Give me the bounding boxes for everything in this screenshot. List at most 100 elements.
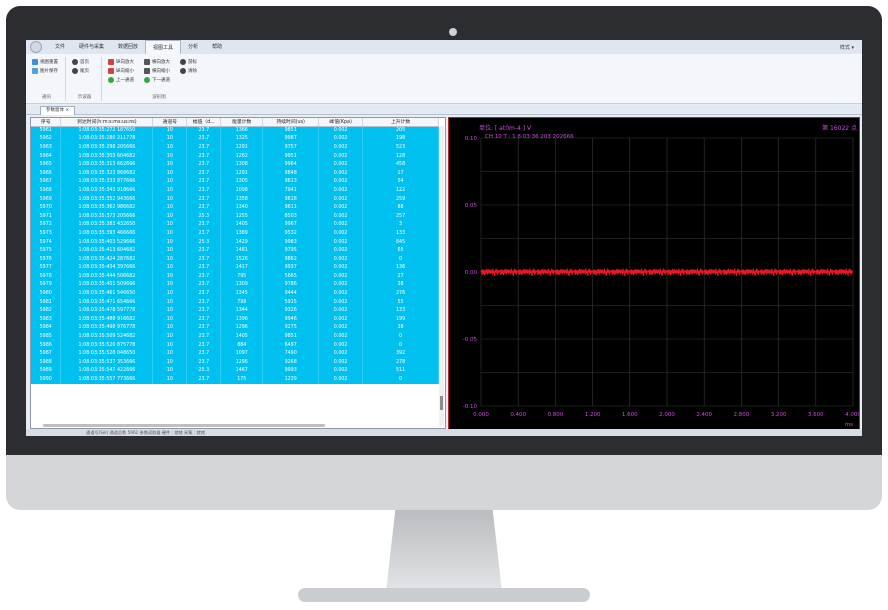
table-cell: 10 [152, 151, 188, 161]
table-row[interactable]: 5970 1:08:03:35:362 986682 10 23.7 1340 9611 0… [31, 203, 439, 212]
table-row[interactable]: 5964 1:08:03:35:303 604682 10 23.7 1262 9951 0… [31, 151, 439, 161]
ribbon-group-label: 通讯 [42, 95, 51, 100]
table-cell: 10 [152, 177, 188, 187]
monitor-chin [6, 455, 882, 510]
table-row[interactable]: 5985 1:08:03:35:509 524682 10 23.7 1405 9851 0… [31, 332, 439, 341]
table-row[interactable]: 5961 1:08:03:35:272 187650 10 23.7 1366 9851 0… [31, 126, 439, 135]
style-menu[interactable]: 样式 ▾ [840, 44, 862, 51]
table-row[interactable]: 5967 1:08:03:35:333 877666 10 23.7 1305 9613 0… [31, 177, 439, 187]
table-row[interactable]: 5980 1:08:03:35:461 546650 10 23.7 1345 9444 0… [31, 289, 439, 298]
menu-help[interactable]: 帮助 [205, 40, 229, 54]
table-row[interactable]: 5983 1:08:03:35:488 916682 10 23.7 1396 9946 0… [31, 315, 439, 324]
table-row[interactable]: 5971 1:08:03:35:373 205666 10 25.3 1255 8503 0… [31, 211, 439, 221]
zoom-out-horizontal-button[interactable]: 横向缩小 [144, 68, 170, 74]
table-row[interactable]: 5965 1:08:03:35:313 662666 10 23.7 1308 9964 0… [31, 160, 439, 169]
table-row[interactable]: 5972 1:08:03:35:383 432650 10 23.7 1405 9967 0… [31, 220, 439, 230]
table-row[interactable]: 5981 1:08:03:35:471 654666 10 23.7 798 5915 0.… [31, 297, 439, 307]
table-cell: 1:08:03:35:434 397666 [60, 263, 154, 273]
table-cell: 5983 [31, 315, 62, 324]
y-tick-label: 0.10 [465, 136, 478, 142]
table-row[interactable]: 5990 1:08:03:35:557 773666 10 23.7 175 1239 0.… [31, 375, 439, 384]
zoom-in-horizontal-button[interactable]: 横向放大 [144, 59, 170, 65]
table-cell: 10 [152, 194, 188, 204]
table-row[interactable]: 5969 1:08:03:35:352 943666 10 23.7 1358 9618 0… [31, 194, 439, 204]
column-header[interactable]: 序号 [31, 118, 62, 127]
table-cell: 23.7 [186, 358, 222, 367]
save-image-button[interactable]: 图片保存 [32, 68, 58, 74]
table-cell: 10 [152, 143, 188, 152]
table-row[interactable]: 5973 1:08:03:35:393 466666 10 23.7 1389 9532 0… [31, 229, 439, 238]
table-row[interactable]: 5974 1:08:03:35:403 529666 10 25.3 1429 9983 0… [31, 237, 439, 247]
table-cell: 9946 [262, 315, 320, 324]
table-cell: 1:08:03:35:424 287682 [60, 254, 154, 264]
table-cell: 10 [152, 306, 188, 316]
table-cell: 7941 [262, 186, 320, 195]
scrollbar-thumb[interactable] [440, 396, 443, 410]
reset-view-button[interactable]: 视图重置 [32, 59, 58, 65]
app-menu-button[interactable] [30, 41, 42, 53]
table-cell: 1:08:03:35:451 509666 [60, 280, 154, 290]
zoom-out-vertical-button[interactable]: 纵向缩小 [108, 68, 134, 74]
ribbon-group-scope: 首页 尾页 示波器 [68, 57, 102, 101]
table-cell: 0.002 [318, 151, 364, 161]
table-cell: 23.7 [186, 340, 222, 350]
table-cell: 23.7 [186, 254, 222, 264]
table-row[interactable]: 5978 1:08:03:35:444 506682 10 23.7 795 5665 0.… [31, 272, 439, 281]
table-row[interactable]: 5968 1:08:03:35:343 918666 10 23.7 1098 7941 0… [31, 186, 439, 195]
menu-hardware[interactable]: 硬件与采集 [72, 40, 111, 54]
column-header[interactable]: 幅值（d... [186, 118, 222, 127]
tab-params-window[interactable]: 参数窗体 × [40, 106, 76, 115]
horizontal-scrollbar[interactable] [43, 424, 325, 427]
table-row[interactable]: 5989 1:08:03:35:547 422666 10 25.3 1467 9993 0… [31, 366, 439, 376]
first-page-button[interactable]: 首页 [72, 59, 89, 65]
table-row[interactable]: 5988 1:08:03:35:537 353666 10 23.7 1296 9268 0… [31, 358, 439, 367]
table-cell: 27 [362, 272, 439, 281]
table-cell: 25.3 [186, 237, 222, 247]
table-row[interactable]: 5982 1:08:03:35:478 597778 10 23.7 1344 9326 0… [31, 306, 439, 316]
table-row[interactable]: 5966 1:08:03:35:323 868682 10 23.7 1291 9848 0… [31, 168, 439, 178]
table-row[interactable]: 5962 1:08:03:35:280 211778 10 23.7 1325 9987 0… [31, 134, 439, 144]
menu-analysis[interactable]: 分析 [181, 40, 205, 54]
table-row[interactable]: 5975 1:08:03:35:413 604682 10 23.7 1481 9795 0… [31, 246, 439, 255]
column-header[interactable]: 能量计数 [220, 118, 264, 127]
table-cell: 10 [152, 211, 188, 221]
column-header[interactable]: 持续时间(us) [262, 118, 320, 127]
ribbon-group-label: 示波器 [77, 95, 92, 100]
table-cell: 9851 [262, 332, 320, 341]
table-cell: 1296 [220, 323, 264, 333]
clear-button[interactable]: 清除 [180, 68, 197, 74]
cursor-button[interactable]: 游标 [180, 59, 197, 65]
menu-playback[interactable]: 数据回放 [111, 40, 145, 54]
next-channel-button[interactable]: 下一通道 [144, 77, 170, 83]
table-cell: 175 [220, 375, 264, 384]
table-cell: 122 [362, 186, 439, 195]
menu-view-tools[interactable]: 视图工具 [145, 40, 182, 54]
prev-channel-button[interactable]: 上一通道 [108, 77, 134, 83]
table-row[interactable]: 5977 1:08:03:35:434 397666 10 23.7 1417 9937 0… [31, 263, 439, 273]
table-cell: 1309 [220, 280, 264, 290]
table-cell: 5665 [262, 272, 320, 281]
column-header[interactable]: 到达时间(h:m:s:ms:us:ns) [60, 118, 154, 127]
table-cell: 0.002 [318, 143, 364, 152]
table-cell: 55 [362, 297, 439, 307]
table-cell: 1526 [220, 254, 264, 264]
last-page-button[interactable]: 尾页 [72, 68, 89, 74]
table-cell: 5965 [31, 160, 62, 169]
table-row[interactable]: 5979 1:08:03:35:451 509666 10 23.7 1309 9786 0… [31, 280, 439, 290]
column-header[interactable]: 峰值(Kpa) [318, 118, 364, 127]
table-row[interactable]: 5963 1:08:03:35:298 205666 10 23.7 1291 9757 0… [31, 143, 439, 152]
table-row[interactable]: 5986 1:08:03:35:520 875778 10 23.7 884 6497 0.… [31, 340, 439, 350]
table-row[interactable]: 5987 1:08:03:35:528 048650 10 23.7 1097 7490 0… [31, 349, 439, 359]
waveform-chart[interactable]: 单位: [ at0m-4 ] V 第 16022 点 CH 10 T : 1 8:0… [449, 118, 860, 433]
table-cell: 5964 [31, 151, 62, 161]
vertical-scrollbar[interactable] [439, 126, 444, 426]
table-row[interactable]: 5984 1:08:03:35:498 976778 10 23.7 1296 9275 0… [31, 323, 439, 333]
column-header[interactable]: 上升计数 [362, 118, 439, 127]
zoom-in-vertical-button[interactable]: 纵向放大 [108, 59, 134, 65]
table-cell: 9967 [262, 220, 320, 230]
table-cell: 5972 [31, 220, 62, 230]
table-cell: 65 [362, 246, 439, 255]
column-header[interactable]: 通道号 [152, 118, 188, 127]
menu-file[interactable]: 文件 [48, 40, 72, 54]
table-row[interactable]: 5976 1:08:03:35:424 287682 10 23.7 1526 9862 0… [31, 254, 439, 264]
